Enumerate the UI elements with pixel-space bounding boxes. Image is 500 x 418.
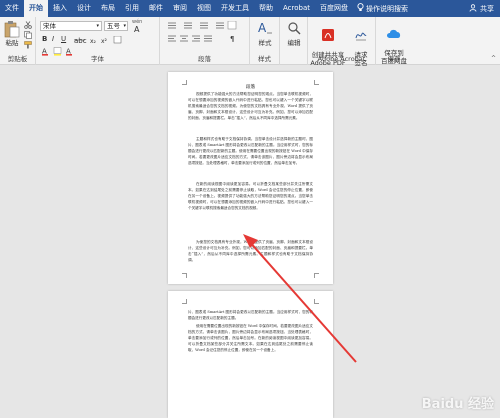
annotation-arrow — [243, 234, 357, 363]
watermark: Baidu 经验 — [421, 397, 494, 412]
